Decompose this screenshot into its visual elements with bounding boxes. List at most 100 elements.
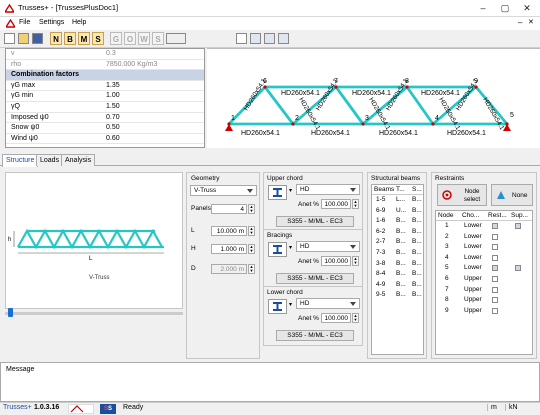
property-row[interactable]: Snow ψ0 0.50 — [6, 123, 204, 134]
bracings-anet-spinner[interactable]: ▲ ▼ — [352, 256, 359, 266]
save-icon[interactable] — [32, 33, 43, 44]
view-list-icon[interactable] — [264, 33, 275, 44]
bracings-anet-input[interactable]: 100.000 — [321, 256, 351, 266]
view-frame-icon[interactable] — [250, 33, 261, 44]
node-point[interactable] — [361, 122, 365, 126]
tool-o[interactable]: O — [124, 32, 136, 45]
property-row[interactable]: rho 7850.000 Kg/m3 — [6, 60, 204, 71]
mdi-close[interactable]: ✕ — [528, 18, 534, 26]
view-node-icon[interactable] — [236, 33, 247, 44]
table-row[interactable]: 1-6 B... B... — [372, 216, 423, 227]
tool-m[interactable]: M — [78, 32, 90, 45]
menu-help[interactable]: Help — [72, 19, 86, 26]
height-input[interactable]: 1.000 m — [211, 244, 247, 254]
table-row[interactable]: 1-5 L... B... — [372, 195, 423, 206]
restraint-checkbox[interactable] — [492, 265, 498, 272]
upper-chord-material-button[interactable]: S355 - M/ML - EC3 — [276, 216, 354, 227]
bracings-dropdown-icon[interactable]: ▾ — [289, 244, 292, 251]
upper-chord-anet-input[interactable]: 100.000 — [321, 199, 351, 209]
property-row[interactable]: γG max 1.35 — [6, 81, 204, 92]
tab-analysis[interactable]: Analysis — [61, 154, 96, 166]
panels-input[interactable]: 4 — [211, 204, 247, 214]
app-menu-icon[interactable] — [6, 19, 15, 28]
restraints-table[interactable]: Node Cho... Rest... Sup... 1 Lower 2 Lower 3 Lowe… — [435, 210, 533, 355]
node-select-button[interactable]: Node select — [437, 184, 487, 206]
d-spinner[interactable]: ▲ ▼ — [248, 264, 255, 274]
truss-view[interactable]: HD260x54.1 HD260x54.1 HD260x54.1 HD260x54.1… — [207, 48, 540, 148]
table-row[interactable]: 4 Lower — [436, 253, 532, 264]
lower-chord-ibeam-icon[interactable] — [268, 299, 287, 314]
lower-chord-dropdown-icon[interactable]: ▾ — [289, 301, 292, 308]
restraints-column-header[interactable]: Node — [438, 211, 454, 221]
node-point[interactable] — [431, 122, 435, 126]
support-checkbox[interactable] — [515, 265, 521, 272]
d-input[interactable]: 2.000 m — [211, 264, 247, 274]
menu-file[interactable]: File — [19, 19, 30, 26]
restraint-checkbox[interactable] — [492, 275, 498, 282]
lower-chord-profile-select[interactable]: HD — [296, 298, 360, 309]
tab-loads[interactable]: Loads — [36, 154, 64, 166]
minimize-button[interactable]: – — [474, 0, 492, 17]
mdi-minimize[interactable]: – — [518, 18, 522, 27]
none-button[interactable]: None — [491, 184, 533, 206]
tab-structure[interactable]: Structure — [2, 154, 39, 167]
restraints-column-header[interactable]: Cho... — [462, 211, 479, 221]
property-row[interactable]: v 0.3 — [6, 49, 204, 60]
bracings-material-button[interactable]: S355 - M/ML - EC3 — [276, 273, 354, 284]
property-row[interactable]: γG min 1.00 — [6, 91, 204, 102]
table-row[interactable]: 3-8 B... B... — [372, 259, 423, 270]
table-row[interactable]: 9 Upper — [436, 306, 532, 317]
table-row[interactable]: 7 Upper — [436, 285, 532, 296]
property-row[interactable]: γQ 1.50 — [6, 102, 204, 113]
tool-b[interactable]: B — [64, 32, 76, 45]
table-row[interactable]: 4-9 B... B... — [372, 280, 423, 291]
preview-slider-track[interactable] — [5, 312, 183, 315]
tool-g[interactable]: G — [110, 32, 122, 45]
menu-settings[interactable]: Settings — [39, 19, 64, 26]
lower-chord-material-button[interactable]: S355 - M/ML - EC3 — [276, 330, 354, 341]
tool-n[interactable]: N — [50, 32, 62, 45]
tool-s[interactable]: S — [92, 32, 104, 45]
support-checkbox[interactable] — [515, 223, 521, 229]
restore-button[interactable]: ▢ — [496, 0, 514, 17]
restraint-checkbox[interactable] — [492, 254, 498, 261]
tool-w[interactable]: W — [138, 32, 150, 45]
beams-column-header[interactable]: S... — [412, 185, 422, 195]
property-row[interactable]: Combination factors — [6, 70, 204, 81]
beams-table[interactable]: Beams T... S... 1-5 L... B... 6-9 U... B... 1-6 B.… — [371, 184, 424, 355]
restraint-checkbox[interactable] — [492, 233, 498, 240]
table-row[interactable]: 1 Lower — [436, 221, 532, 232]
restraint-checkbox[interactable] — [492, 297, 498, 304]
restraints-column-header[interactable]: Rest... — [488, 211, 507, 221]
table-row[interactable]: 6-9 U... B... — [372, 206, 423, 217]
preview-slider-thumb[interactable] — [8, 308, 13, 317]
beams-column-header[interactable]: T... — [396, 185, 405, 195]
table-row[interactable]: 8-4 B... B... — [372, 269, 423, 280]
view-columns-icon[interactable] — [278, 33, 289, 44]
node-point[interactable] — [227, 122, 231, 126]
table-row[interactable]: 5 Lower — [436, 263, 532, 274]
restraint-checkbox[interactable] — [492, 244, 498, 251]
length-input[interactable]: 10.000 m — [211, 226, 247, 236]
table-row[interactable]: 9-5 B... B... — [372, 290, 423, 301]
property-row[interactable]: Wind ψ0 0.60 — [6, 134, 204, 145]
node-point[interactable] — [505, 122, 509, 126]
table-row[interactable]: 6-2 B... B... — [372, 227, 423, 238]
height-spinner[interactable]: ▲ ▼ — [248, 244, 255, 254]
truss-type-select[interactable]: V-Truss — [190, 185, 257, 196]
table-row[interactable]: 2 Lower — [436, 232, 532, 243]
restraint-checkbox[interactable] — [492, 286, 498, 293]
tool-s2[interactable]: S — [152, 32, 164, 45]
upper-chord-dropdown-icon[interactable]: ▾ — [289, 187, 292, 194]
table-row[interactable]: 7-3 B... B... — [372, 248, 423, 259]
restraint-checkbox[interactable] — [492, 307, 498, 314]
property-row[interactable]: Imposed ψ0 0.70 — [6, 113, 204, 124]
close-button[interactable]: ✕ — [518, 0, 536, 17]
message-pane[interactable]: Message — [0, 362, 540, 402]
restraint-checkbox[interactable] — [492, 223, 498, 229]
node-point[interactable] — [291, 122, 295, 126]
extra-tool-icon[interactable] — [166, 33, 186, 44]
restraints-column-header[interactable]: Sup... — [511, 211, 528, 221]
open-folder-icon[interactable] — [18, 33, 29, 44]
bracings-ibeam-icon[interactable] — [268, 242, 287, 257]
